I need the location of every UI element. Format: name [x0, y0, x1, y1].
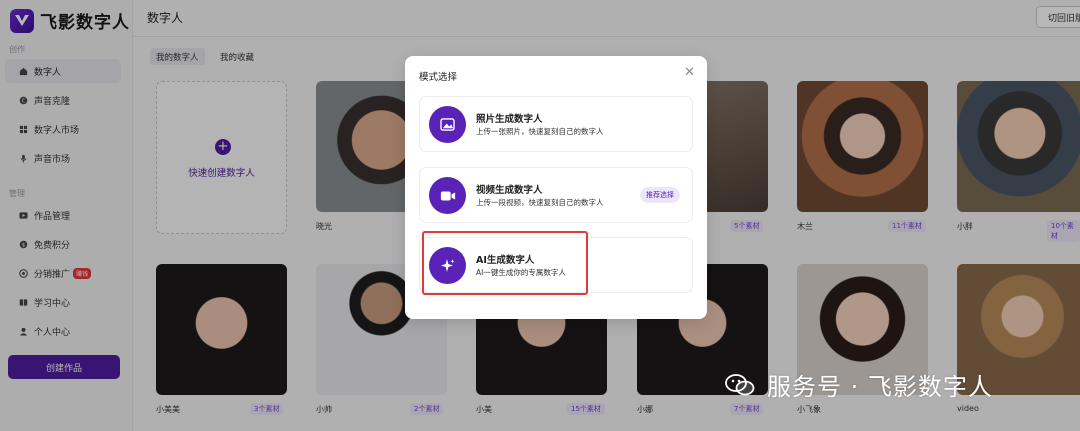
option-title: 照片生成数字人 [476, 114, 543, 125]
option-photo[interactable]: 照片生成数字人 上传一张照片，快速复刻自己的数字人 [419, 96, 693, 152]
watermark-text: 服务号 · 飞影数字人 [767, 373, 993, 401]
watermark: 服务号 · 飞影数字人 [725, 367, 993, 402]
option-desc: 上传一段视频，快速复刻自己的数字人 [476, 198, 604, 207]
option-video[interactable]: 视频生成数字人 上传一段视频，快速复刻自己的数字人 推荐选择 [419, 167, 693, 223]
option-title: 视频生成数字人 [476, 185, 543, 196]
video-camera-icon [429, 177, 466, 214]
recommended-badge: 推荐选择 [640, 187, 680, 203]
close-icon[interactable]: ✕ [684, 65, 695, 80]
image-icon [429, 106, 466, 143]
option-desc: 上传一张照片，快速复刻自己的数字人 [476, 127, 604, 136]
highlight-box [422, 231, 588, 295]
wechat-icon [725, 373, 755, 397]
modal-title: 模式选择 [419, 72, 458, 83]
